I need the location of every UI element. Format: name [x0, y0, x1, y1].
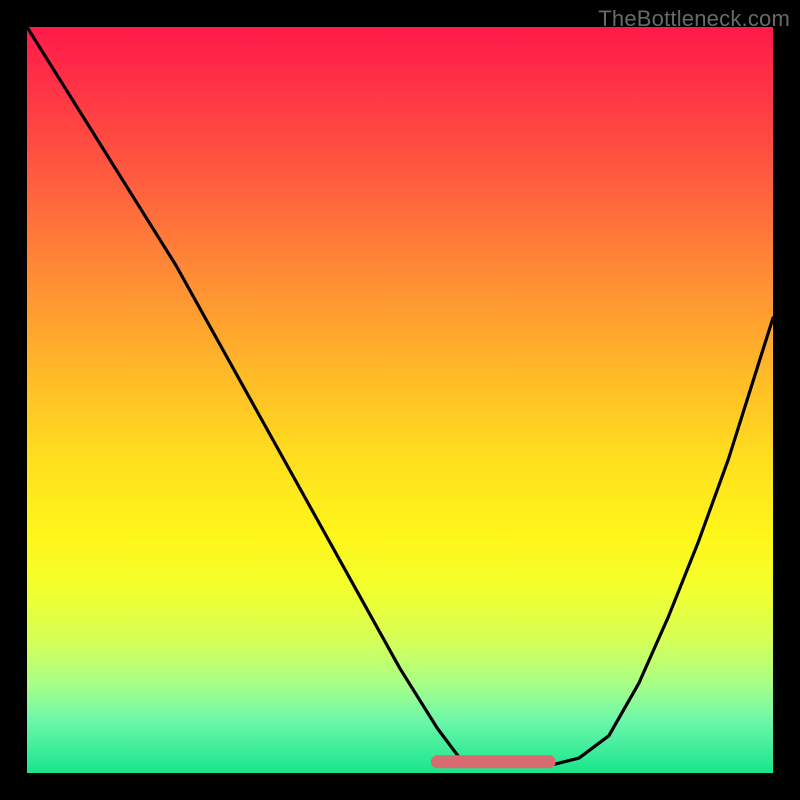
- v-curve-line: [27, 27, 773, 766]
- plot-area: [27, 27, 773, 773]
- chart-svg: [27, 27, 773, 773]
- watermark-label: TheBottleneck.com: [598, 6, 790, 32]
- chart-frame: TheBottleneck.com: [0, 0, 800, 800]
